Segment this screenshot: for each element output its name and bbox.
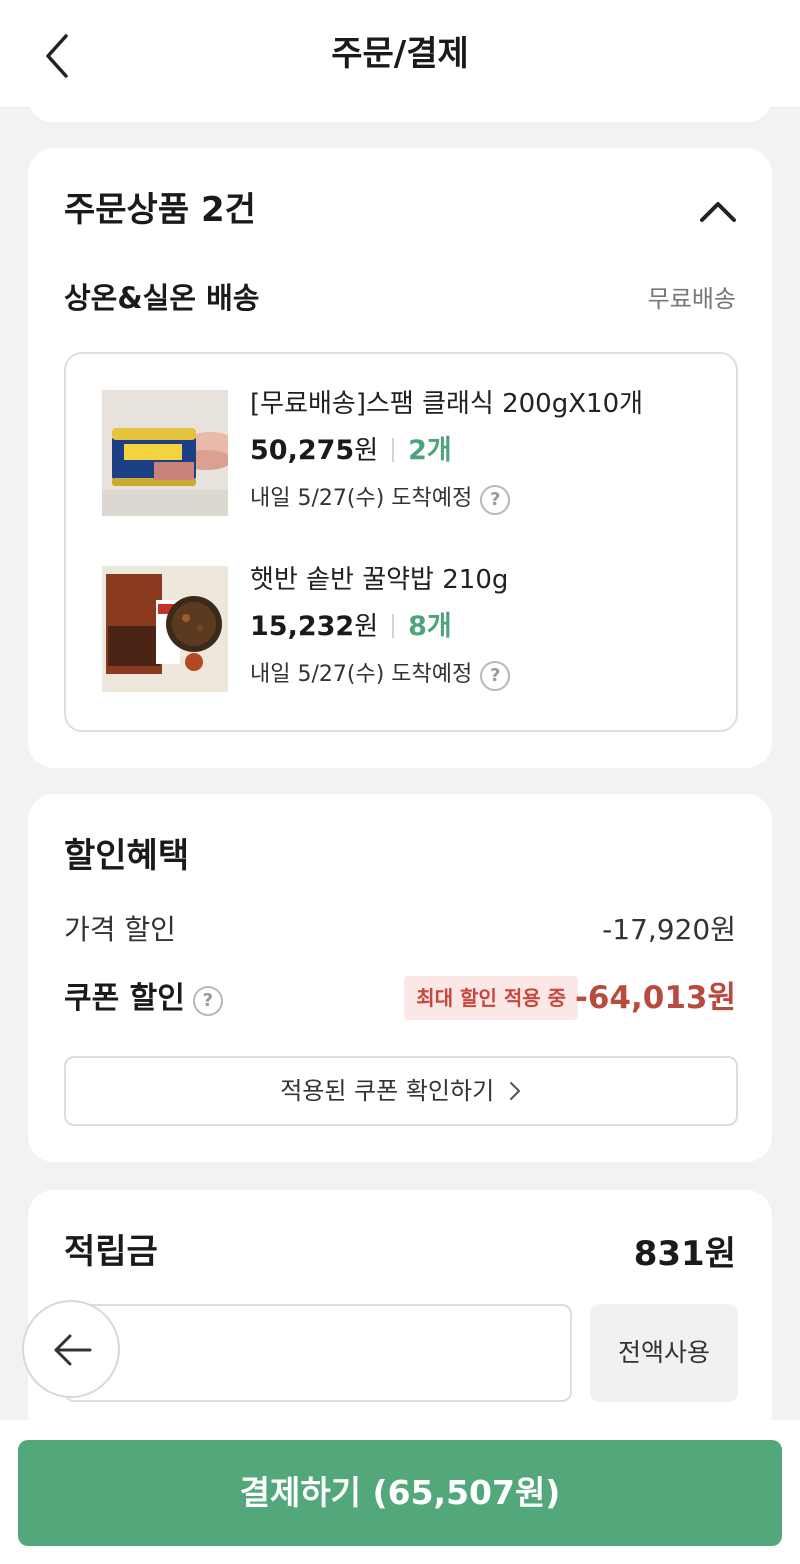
order-item: 햇반 솥반 꿀약밥 210g 15,232원 8개 내일 5/27(수) 도착예정… bbox=[102, 562, 712, 692]
collapse-button[interactable] bbox=[698, 196, 738, 224]
order-items-card: 주문상품 2건 상온&실온 배송 무료배송 [무료배송]스팸 클래식 200gX… bbox=[28, 148, 772, 768]
points-card: 적립금 831원 전액사용 bbox=[28, 1190, 772, 1450]
product-image-hetbahn bbox=[102, 566, 228, 692]
product-name: [무료배송]스팸 클래식 200gX10개 bbox=[250, 389, 644, 419]
page-title: 주문/결제 bbox=[331, 34, 469, 74]
top-app-bar: 주문/결제 bbox=[0, 0, 800, 108]
chevron-up-icon bbox=[700, 202, 736, 222]
shipping-group-name: 상온&실온 배송 bbox=[64, 281, 260, 315]
price-discount-label: 가격 할인 bbox=[64, 913, 176, 946]
product-image-spam bbox=[102, 390, 228, 516]
delivery-estimate: 내일 5/27(수) 도착예정? bbox=[250, 658, 511, 692]
delivery-estimate-text: 내일 5/27(수) 도착예정 bbox=[250, 486, 473, 511]
price-row: 15,232원 8개 bbox=[250, 608, 452, 646]
order-item-list: [무료배송]스팸 클래식 200gX10개 50,275원 2개 내일 5/27(… bbox=[64, 352, 738, 732]
product-name: 햇반 솥반 꿀약밥 210g bbox=[250, 565, 509, 595]
coupon-discount-label: 쿠폰 할인 bbox=[64, 981, 185, 1016]
chevron-right-icon bbox=[509, 1082, 520, 1100]
discount-title: 할인혜택 bbox=[64, 836, 190, 876]
arrow-left-icon bbox=[54, 1334, 92, 1366]
points-input[interactable] bbox=[64, 1304, 572, 1402]
view-applied-coupons-button[interactable]: 적용된 쿠폰 확인하기 bbox=[64, 1056, 738, 1126]
points-balance: 831원 bbox=[633, 1234, 736, 1274]
pay-button[interactable]: 결제하기 (65,507원) bbox=[18, 1440, 782, 1546]
order-item: [무료배송]스팸 클래식 200gX10개 50,275원 2개 내일 5/27(… bbox=[102, 386, 712, 516]
points-title: 적립금 bbox=[64, 1232, 158, 1272]
price-discount-value: -17,920원 bbox=[602, 913, 736, 946]
product-price: 50,275 bbox=[250, 435, 355, 466]
coupon-discount-value: -64,013원 bbox=[574, 980, 736, 1016]
currency-unit: 원 bbox=[354, 436, 379, 466]
order-items-title: 주문상품 2건 bbox=[64, 190, 256, 230]
product-quantity: 2개 bbox=[408, 435, 452, 466]
currency-unit: 원 bbox=[354, 612, 379, 642]
help-icon[interactable]: ? bbox=[192, 986, 223, 1016]
delivery-estimate: 내일 5/27(수) 도착예정? bbox=[250, 482, 511, 516]
discount-card: 할인혜택 가격 할인 -17,920원 쿠폰 할인? 최대 할인 적용 중 -6… bbox=[28, 794, 772, 1162]
product-price: 15,232 bbox=[250, 611, 355, 642]
divider bbox=[392, 438, 395, 462]
previous-card-edge bbox=[28, 98, 772, 122]
shipping-fee: 무료배송 bbox=[647, 285, 736, 313]
divider bbox=[392, 614, 395, 638]
use-all-points-button[interactable]: 전액사용 bbox=[590, 1304, 738, 1402]
product-quantity: 8개 bbox=[408, 611, 452, 642]
delivery-estimate-text: 내일 5/27(수) 도착예정 bbox=[250, 662, 473, 687]
coupon-discount-row: 쿠폰 할인? bbox=[64, 978, 223, 1020]
max-discount-badge: 최대 할인 적용 중 bbox=[404, 976, 578, 1020]
bottom-bar: 결제하기 (65,507원) bbox=[0, 1420, 800, 1564]
help-icon[interactable]: ? bbox=[480, 661, 511, 691]
price-row: 50,275원 2개 bbox=[250, 432, 452, 470]
view-applied-coupons-label: 적용된 쿠폰 확인하기 bbox=[280, 1077, 495, 1105]
help-icon[interactable]: ? bbox=[480, 485, 511, 515]
floating-back-button[interactable] bbox=[22, 1300, 120, 1398]
